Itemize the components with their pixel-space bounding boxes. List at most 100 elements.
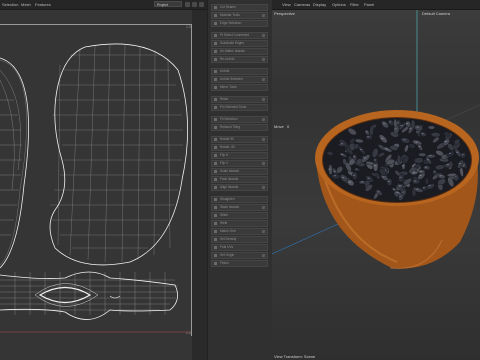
toggle-checkbox[interactable] — [262, 254, 265, 257]
tool-panel-button[interactable]: Finish — [211, 260, 268, 267]
tool-icon — [214, 198, 217, 201]
tool-panel-button[interactable]: Re-Unfold — [211, 56, 268, 63]
tool-panel-button[interactable]: Align Islands — [211, 184, 268, 191]
toggle-checkbox[interactable] — [262, 98, 265, 101]
bean-highlight — [446, 164, 450, 166]
tool-icon — [214, 98, 217, 101]
tool-panel-button[interactable]: Unfold Selected — [211, 76, 268, 83]
bean-highlight — [352, 174, 356, 176]
tool-icon — [214, 50, 217, 53]
tool-panel-label: Set Origin — [220, 253, 235, 257]
bean-highlight — [399, 195, 402, 197]
bean-highlight — [333, 171, 336, 173]
tool-panel-button[interactable]: Modular Tools — [211, 12, 268, 19]
bean-highlight — [412, 171, 415, 173]
vp-menu-panel[interactable]: Panel — [364, 1, 374, 8]
tool-panel-button[interactable]: Pack Islands — [211, 176, 268, 183]
toggle-checkbox[interactable] — [262, 118, 265, 121]
toggle-checkbox[interactable] — [262, 34, 265, 37]
tool-panel-button[interactable]: Pt Select Connected — [211, 32, 268, 39]
menu-mesh[interactable]: Mesh — [21, 1, 31, 8]
tool-panel-button[interactable]: Set Origin — [211, 252, 268, 259]
tool-panel-button[interactable]: Stack Islands — [211, 204, 268, 211]
bean — [427, 125, 435, 130]
bean-highlight — [365, 131, 368, 133]
bean-highlight — [433, 171, 436, 173]
bean — [412, 179, 420, 185]
tool-panel-button[interactable]: Flip V — [211, 160, 268, 167]
vp-menu-filter[interactable]: Filter — [350, 1, 359, 8]
tool-panel-label: Mirror Tools — [220, 85, 237, 89]
project-select[interactable]: Project — [154, 1, 182, 7]
tool-icon — [214, 14, 217, 17]
bean-highlight — [444, 141, 447, 142]
tool-panel-button[interactable]: Weld — [211, 220, 268, 227]
uv-island-right-outline — [49, 43, 189, 266]
toolbar-icon[interactable] — [192, 2, 197, 7]
vp-menu-view[interactable]: View — [282, 1, 291, 8]
toggle-checkbox[interactable] — [262, 138, 265, 141]
tool-panel-button[interactable]: Edge Selection — [211, 20, 268, 27]
tool-icon — [214, 246, 217, 249]
toolbar-icon[interactable] — [185, 2, 190, 7]
tool-panel-label: Unfold — [220, 69, 230, 73]
toolbar-icon[interactable] — [199, 2, 204, 7]
tool-panel-button[interactable]: Straighten — [211, 196, 268, 203]
tool-panel-button[interactable]: Scale Islands — [211, 168, 268, 175]
tool-panel-button[interactable]: Unfold — [211, 68, 268, 75]
tool-panel-button[interactable]: Pin Selected Tools — [211, 104, 268, 111]
toggle-checkbox[interactable] — [262, 14, 265, 17]
toggle-checkbox[interactable] — [262, 206, 265, 209]
tool-panel-label: Straighten — [220, 197, 235, 201]
toggle-checkbox[interactable] — [262, 58, 265, 61]
vp-menu-display[interactable]: Display — [313, 1, 326, 8]
tool-panel-button[interactable]: Match Grid — [211, 228, 268, 235]
tool-panel-button[interactable]: Subdivide Edges — [211, 40, 268, 47]
bean — [352, 171, 358, 180]
tool-panel-button[interactable]: Fold UVs — [211, 244, 268, 251]
bean-highlight — [341, 153, 344, 155]
tool-panel-label: Fit Selection — [220, 117, 238, 121]
tool-icon — [214, 106, 217, 109]
tool-panel-label: Relax — [220, 97, 229, 101]
tool-panel-button[interactable]: Set Density — [211, 236, 268, 243]
tool-panel-button[interactable]: Relax — [211, 96, 268, 103]
tool-panel-button[interactable]: Mirror Tools — [211, 84, 268, 91]
tool-panel-label: Rotate 90 — [220, 137, 234, 141]
tool-panel-button[interactable]: Rotate -90 — [211, 144, 268, 151]
vp-menu-cameras[interactable]: Cameras — [294, 1, 310, 8]
tool-panel-label: Relaxed Tiling — [220, 125, 241, 129]
tool-icon — [214, 86, 217, 89]
tool-panel-label: Align Islands — [220, 185, 239, 189]
tool-icon — [214, 118, 217, 121]
tool-panel-button[interactable]: Fit Selection — [211, 116, 268, 123]
toggle-checkbox[interactable] — [262, 78, 265, 81]
bean-highlight — [363, 157, 367, 159]
toggle-checkbox[interactable] — [262, 230, 265, 233]
tool-panel-button[interactable]: Relaxed Tiling — [211, 124, 268, 131]
tool-panel-button[interactable]: Flip H — [211, 152, 268, 159]
tool-panel-button[interactable]: Un-flatten Islands — [211, 48, 268, 55]
tool-panel-label: Stack Islands — [220, 205, 239, 209]
menu-selection[interactable]: Selection — [2, 1, 18, 8]
tool-panel-label: Subdivide Edges — [220, 41, 244, 45]
uv-islands — [0, 43, 190, 333]
uv-island-grid-left — [0, 59, 27, 266]
menu-features[interactable]: Features — [35, 1, 51, 8]
tool-panel-button[interactable]: Cut Seams — [211, 4, 268, 11]
uv-island-bottom-eye — [38, 286, 92, 304]
tool-icon — [214, 154, 217, 157]
bean-highlight — [367, 177, 370, 179]
tool-panel-label: Pin Selected Tools — [220, 105, 247, 109]
bean-highlight — [415, 141, 418, 143]
vp-menu-options[interactable]: Options — [332, 1, 346, 8]
tool-panel-button[interactable]: Stitch — [211, 212, 268, 219]
bean — [396, 154, 401, 165]
bean-highlight — [456, 151, 459, 153]
toggle-checkbox[interactable] — [262, 186, 265, 189]
toggle-checkbox[interactable] — [262, 162, 265, 165]
tool-icon — [214, 254, 217, 257]
bean-highlight — [385, 148, 388, 150]
tool-panel-label: Re-Unfold — [220, 57, 235, 61]
tool-panel-button[interactable]: Rotate 90 — [211, 136, 268, 143]
